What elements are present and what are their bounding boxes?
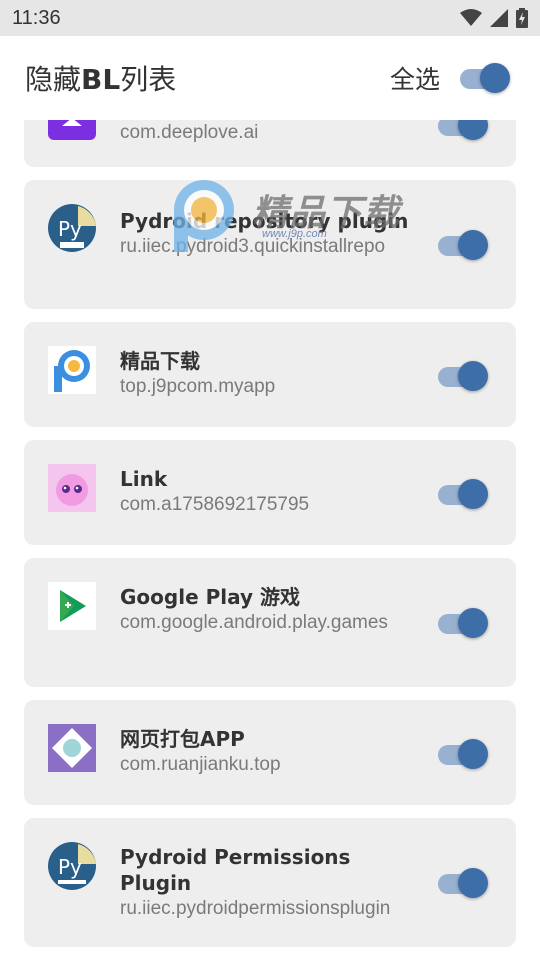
app-toggle[interactable] — [434, 120, 490, 142]
pink-creature-icon — [48, 464, 96, 512]
hidden-app-list[interactable]: com.deeplove.ai Py Pydroid repository pl… — [0, 120, 540, 960]
app-name: Pydroid repository plugin — [120, 209, 409, 233]
title-suffix: 列表 — [120, 63, 177, 96]
app-toggle[interactable] — [434, 228, 490, 262]
app-toggle[interactable] — [434, 737, 490, 771]
select-all-control: 全选 — [390, 60, 512, 96]
app-package: com.deeplove.ai — [120, 122, 259, 143]
wifi-icon — [460, 9, 482, 26]
svg-text:Py: Py — [58, 855, 82, 879]
title-bold: BL — [81, 63, 121, 96]
status-time: 11:36 — [12, 6, 61, 29]
app-card[interactable]: 网页打包APP com.ruanjianku.top — [24, 700, 516, 805]
select-all-toggle[interactable] — [456, 61, 512, 95]
app-name: 精品下载 — [120, 349, 200, 373]
title-prefix: 隐藏 — [25, 63, 82, 96]
j9p-download-icon — [48, 346, 96, 394]
app-card[interactable]: Link com.a1758692175795 — [24, 440, 516, 545]
app-package: com.a1758692175795 — [120, 494, 310, 515]
app-package: ru.iiec.pydroid3.quickinstallrepo — [120, 236, 386, 257]
app-card[interactable]: com.deeplove.ai — [24, 120, 516, 167]
toggle-thumb — [458, 120, 488, 140]
app-package: ru.iiec.pydroidpermissionsplugin — [120, 898, 391, 919]
deeplove-purple-icon — [48, 120, 96, 140]
toggle-thumb — [458, 230, 488, 260]
toggle-thumb — [458, 739, 488, 769]
toggle-thumb — [458, 479, 488, 509]
status-icons — [460, 8, 528, 28]
toggle-thumb — [458, 608, 488, 638]
google-play-games-icon — [48, 582, 96, 630]
app-texts: 网页打包APP com.ruanjianku.top — [120, 726, 410, 778]
app-toggle[interactable] — [434, 359, 490, 393]
app-toggle[interactable] — [434, 477, 490, 511]
webpack-app-icon — [48, 724, 96, 772]
select-all-label: 全选 — [389, 65, 440, 94]
app-toggle[interactable] — [434, 606, 490, 640]
battery-charging-icon — [516, 8, 528, 28]
app-card[interactable]: 精品下载 top.j9pcom.myapp — [24, 322, 516, 427]
app-card[interactable]: Py Pydroid repository plugin ru.iiec.pyd… — [24, 180, 516, 309]
app-name: 网页打包APP — [120, 727, 245, 751]
toggle-thumb — [458, 868, 488, 898]
app-name: Link — [120, 467, 168, 491]
app-bar: 隐藏BL列表 全选 — [0, 36, 540, 120]
toggle-thumb — [458, 361, 488, 391]
app-package: com.google.android.play.games — [120, 612, 388, 633]
app-texts: 精品下载 top.j9pcom.myapp — [120, 348, 410, 400]
toggle-thumb — [480, 63, 510, 93]
app-package: com.ruanjianku.top — [120, 754, 281, 775]
status-bar: 11:36 — [0, 0, 540, 36]
pydroid-repo-icon: Py — [48, 204, 96, 252]
pydroid-permissions-icon: Py — [48, 842, 96, 890]
app-name: Google Play 游戏 — [120, 585, 300, 609]
app-texts: com.deeplove.ai — [120, 120, 410, 146]
app-card[interactable]: Py Pydroid Permissions Plugin ru.iiec.py… — [24, 818, 516, 947]
app-texts: Pydroid repository plugin ru.iiec.pydroi… — [120, 208, 410, 260]
app-card[interactable]: Google Play 游戏 com.google.android.play.g… — [24, 558, 516, 687]
app-name: Pydroid Permissions Plugin — [120, 845, 351, 895]
app-texts: Pydroid Permissions Plugin ru.iiec.pydro… — [120, 844, 410, 922]
app-package: top.j9pcom.myapp — [120, 376, 276, 397]
app-texts: Google Play 游戏 com.google.android.play.g… — [120, 584, 410, 636]
svg-text:Py: Py — [58, 217, 82, 241]
cell-signal-icon — [490, 9, 508, 27]
app-toggle[interactable] — [434, 866, 490, 900]
app-texts: Link com.a1758692175795 — [120, 466, 410, 518]
page-title: 隐藏BL列表 — [25, 58, 176, 98]
